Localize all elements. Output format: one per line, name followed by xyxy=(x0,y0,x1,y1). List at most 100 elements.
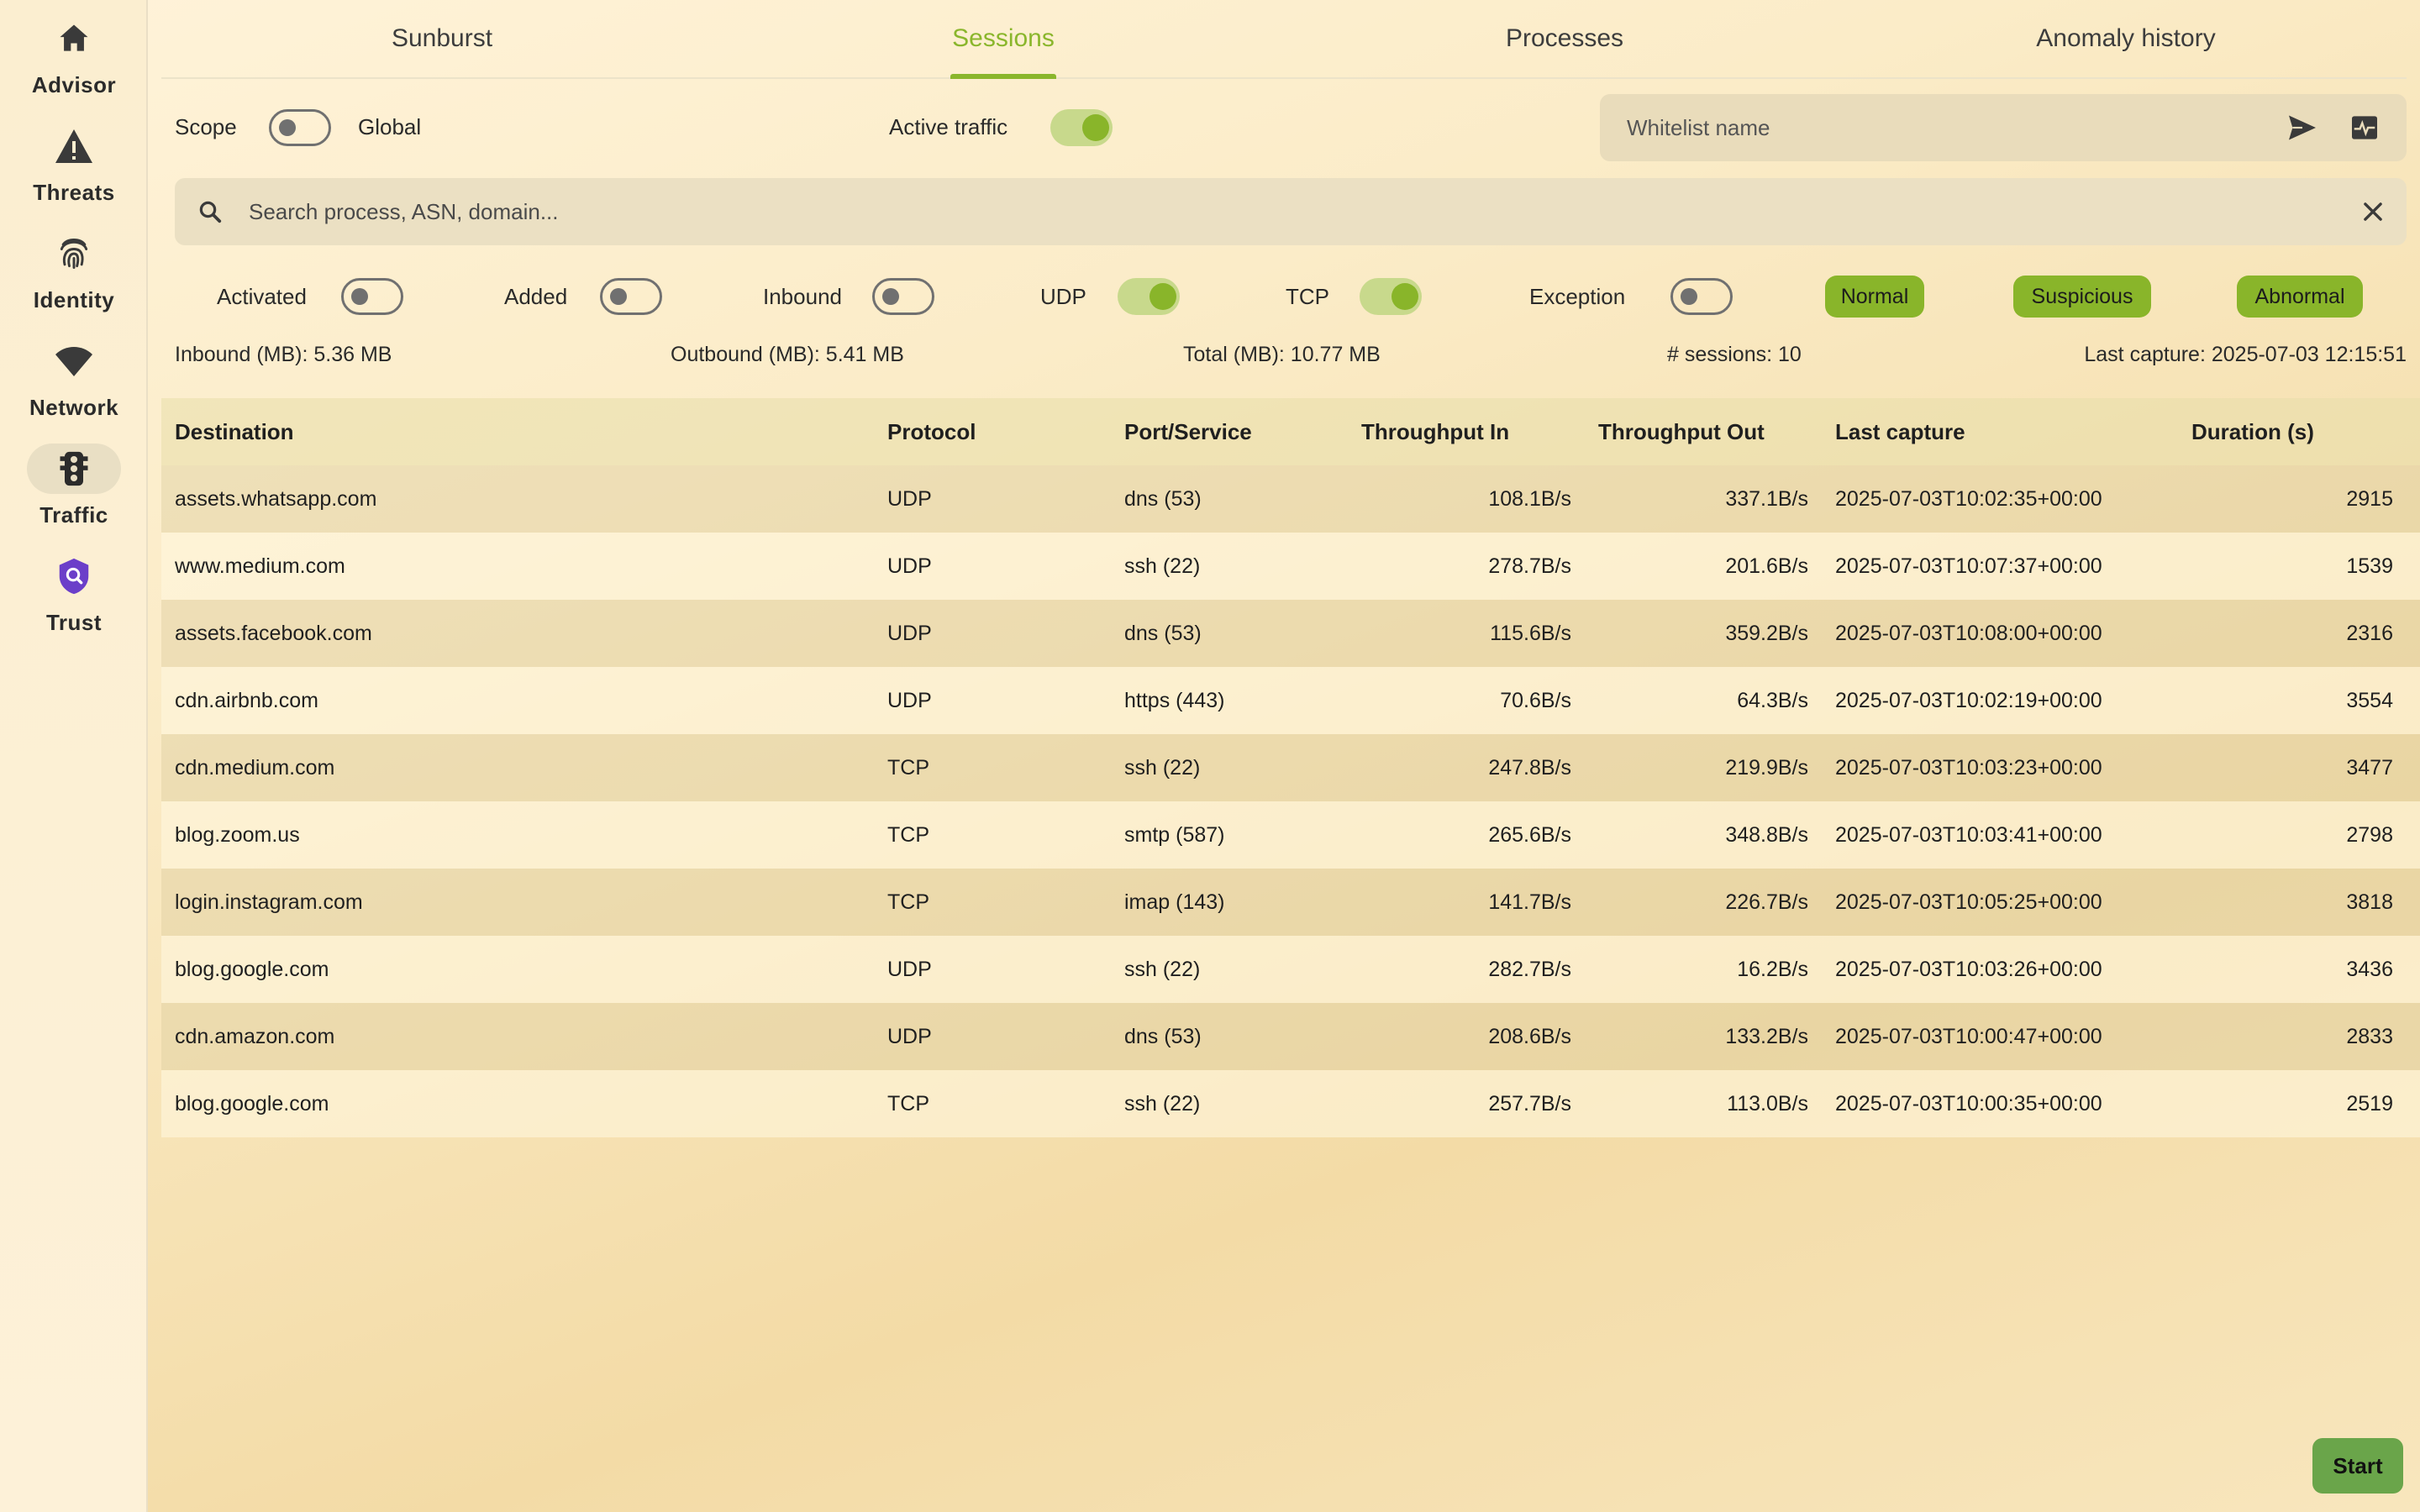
cell-destination: cdn.medium.com xyxy=(175,755,335,780)
inbound-toggle[interactable] xyxy=(872,278,934,315)
filter-row: Activated Added Inbound UDP TCP Exceptio… xyxy=(175,269,2407,323)
column-header-protocol[interactable]: Protocol xyxy=(874,419,1111,445)
cell-throughput-in: 257.7B/s xyxy=(1488,1091,1571,1116)
cell-destination: cdn.amazon.com xyxy=(175,1024,335,1048)
whitelist-name-input[interactable] xyxy=(1627,111,2282,144)
monitor-heartbeat-icon[interactable] xyxy=(2346,109,2383,146)
search-icon xyxy=(193,195,227,228)
cell-port-service: ssh (22) xyxy=(1124,1091,1201,1116)
outbound-stat: Outbound (MB): 5.41 MB xyxy=(671,343,904,366)
table-row[interactable]: assets.whatsapp.com UDP dns (53) 108.1B/… xyxy=(161,465,2420,533)
home-icon xyxy=(27,13,121,64)
tab-bar: Sunburst Sessions Processes Anomaly hist… xyxy=(161,0,2407,79)
sidebar-item-label: Traffic xyxy=(39,502,108,528)
tab-processes[interactable]: Processes xyxy=(1284,0,1845,77)
cell-destination: login.instagram.com xyxy=(175,890,363,914)
cell-last-capture: 2025-07-03T10:05:25+00:00 xyxy=(1835,890,2102,914)
sidebar-item-threats[interactable]: Threats xyxy=(0,108,148,215)
exception-label: Exception xyxy=(1529,284,1626,309)
cell-last-capture: 2025-07-03T10:02:19+00:00 xyxy=(1835,688,2102,712)
chip-suspicious[interactable]: Suspicious xyxy=(2013,276,2151,318)
cell-port-service: ssh (22) xyxy=(1124,957,1201,981)
cell-throughput-out: 64.3B/s xyxy=(1737,688,1808,712)
tcp-label: TCP xyxy=(1286,284,1329,309)
cell-port-service: dns (53) xyxy=(1124,486,1202,511)
cell-duration: 3554 xyxy=(2346,688,2393,712)
cell-duration: 3477 xyxy=(2346,755,2393,780)
activated-toggle[interactable] xyxy=(341,278,403,315)
tab-anomaly-history[interactable]: Anomaly history xyxy=(1845,0,2407,77)
table-row[interactable]: cdn.medium.com TCP ssh (22) 247.8B/s 219… xyxy=(161,734,2420,801)
table-row[interactable]: assets.facebook.com UDP dns (53) 115.6B/… xyxy=(161,600,2420,667)
total-stat: Total (MB): 10.77 MB xyxy=(1183,343,1381,366)
cell-duration: 3436 xyxy=(2346,957,2393,981)
column-header-duration[interactable]: Duration (s) xyxy=(2178,419,2407,445)
cell-duration: 3818 xyxy=(2346,890,2393,914)
chip-normal[interactable]: Normal xyxy=(1825,276,1924,318)
column-header-throughput-in[interactable]: Throughput In xyxy=(1348,419,1585,445)
sidebar-item-label: Identity xyxy=(33,287,115,312)
table-row[interactable]: blog.google.com UDP ssh (22) 282.7B/s 16… xyxy=(161,936,2420,1003)
search-input[interactable] xyxy=(249,195,2265,228)
column-header-throughput-out[interactable]: Throughput Out xyxy=(1585,419,1822,445)
table-row[interactable]: blog.google.com TCP ssh (22) 257.7B/s 11… xyxy=(161,1070,2420,1137)
active-traffic-label: Active traffic xyxy=(889,114,1008,139)
tab-sunburst[interactable]: Sunburst xyxy=(161,0,723,77)
table-row[interactable]: cdn.airbnb.com UDP https (443) 70.6B/s 6… xyxy=(161,667,2420,734)
chip-abnormal[interactable]: Abnormal xyxy=(2237,276,2363,318)
exception-toggle[interactable] xyxy=(1670,278,1733,315)
sidebar-item-trust[interactable]: Trust xyxy=(0,538,148,645)
inbound-label: Inbound xyxy=(763,284,842,309)
cell-throughput-in: 278.7B/s xyxy=(1488,554,1571,578)
cell-duration: 2519 xyxy=(2346,1091,2393,1116)
sidebar-item-traffic[interactable]: Traffic xyxy=(0,430,148,538)
sidebar-item-label: Advisor xyxy=(31,72,117,97)
cell-throughput-in: 282.7B/s xyxy=(1488,957,1571,981)
cell-protocol: UDP xyxy=(887,554,932,578)
table-row[interactable]: login.instagram.com TCP imap (143) 141.7… xyxy=(161,869,2420,936)
cell-protocol: UDP xyxy=(887,957,932,981)
sidebar-item-label: Threats xyxy=(33,180,115,205)
start-button[interactable]: Start xyxy=(2312,1438,2403,1494)
column-header-destination[interactable]: Destination xyxy=(161,419,874,445)
sidebar-item-advisor[interactable]: Advisor xyxy=(0,0,148,108)
sidebar-item-identity[interactable]: Identity xyxy=(0,215,148,323)
column-header-last-capture[interactable]: Last capture xyxy=(1822,419,2178,445)
cell-protocol: UDP xyxy=(887,688,932,712)
cell-duration: 2915 xyxy=(2346,486,2393,511)
udp-toggle[interactable] xyxy=(1118,278,1180,315)
cell-port-service: dns (53) xyxy=(1124,1024,1202,1048)
added-label: Added xyxy=(504,284,568,309)
cell-duration: 1539 xyxy=(2346,554,2393,578)
tab-sessions[interactable]: Sessions xyxy=(723,0,1284,77)
cell-throughput-in: 208.6B/s xyxy=(1488,1024,1571,1048)
table-row[interactable]: blog.zoom.us TCP smtp (587) 265.6B/s 348… xyxy=(161,801,2420,869)
tcp-toggle[interactable] xyxy=(1360,278,1422,315)
scope-toggle[interactable] xyxy=(269,109,331,146)
sidebar-item-label: Trust xyxy=(45,610,103,635)
table-row[interactable]: cdn.amazon.com UDP dns (53) 208.6B/s 133… xyxy=(161,1003,2420,1070)
udp-label: UDP xyxy=(1040,284,1086,309)
sidebar-item-network[interactable]: Network xyxy=(0,323,148,430)
sidebar-item-label: Network xyxy=(29,395,119,420)
cell-port-service: smtp (587) xyxy=(1124,822,1225,847)
cell-destination: www.medium.com xyxy=(175,554,345,578)
send-icon[interactable] xyxy=(2284,109,2321,146)
traffic-light-icon xyxy=(27,444,121,494)
cell-last-capture: 2025-07-03T10:03:26+00:00 xyxy=(1835,957,2102,981)
cell-last-capture: 2025-07-03T10:00:47+00:00 xyxy=(1835,1024,2102,1048)
cell-throughput-in: 247.8B/s xyxy=(1488,755,1571,780)
table-row[interactable]: www.medium.com UDP ssh (22) 278.7B/s 201… xyxy=(161,533,2420,600)
added-toggle[interactable] xyxy=(600,278,662,315)
main-panel: Sunburst Sessions Processes Anomaly hist… xyxy=(161,0,2420,1512)
cell-throughput-in: 70.6B/s xyxy=(1500,688,1571,712)
cell-port-service: ssh (22) xyxy=(1124,554,1201,578)
cell-last-capture: 2025-07-03T10:02:35+00:00 xyxy=(1835,486,2102,511)
cell-throughput-out: 201.6B/s xyxy=(1725,554,1808,578)
active-traffic-toggle[interactable] xyxy=(1050,109,1113,146)
clear-search-icon[interactable] xyxy=(2356,195,2390,228)
column-header-port-service[interactable]: Port/Service xyxy=(1111,419,1348,445)
cell-throughput-in: 115.6B/s xyxy=(1490,621,1571,645)
table-header: Destination Protocol Port/Service Throug… xyxy=(161,398,2420,465)
cell-duration: 2798 xyxy=(2346,822,2393,847)
